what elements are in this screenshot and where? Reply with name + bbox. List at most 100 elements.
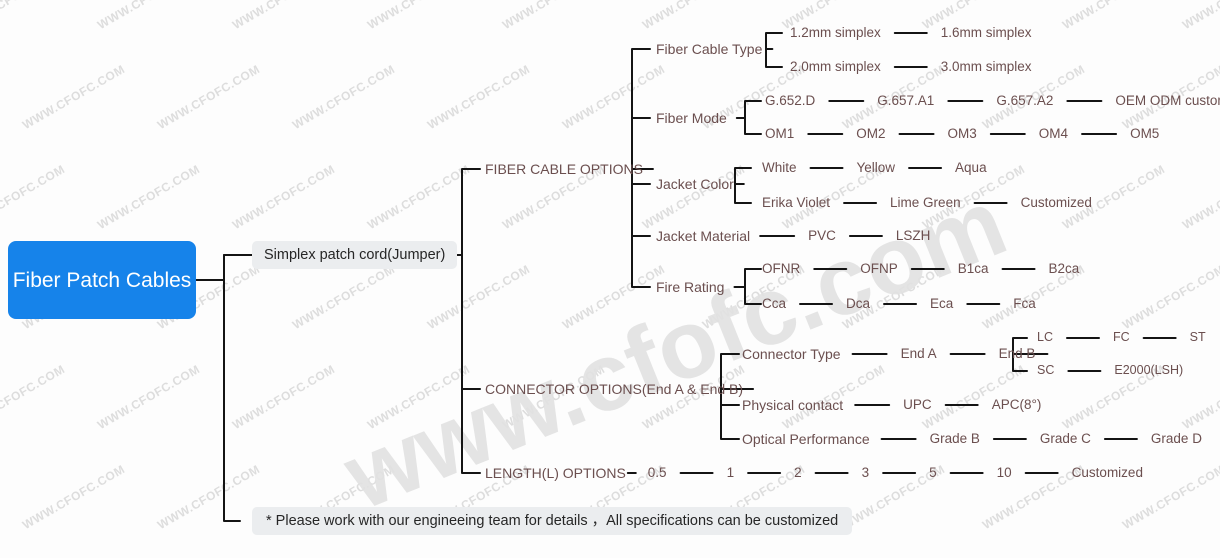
leaf-label: 1.6mm simplex [940, 25, 1032, 40]
length-option-1[interactable]: 1 [727, 466, 735, 480]
attribute-fire-rating[interactable]: Fire Rating [656, 280, 724, 294]
leaf-label: Physical contact [742, 397, 844, 413]
section-label-fiber-cable-options[interactable]: FIBER CABLE OPTIONS [485, 162, 643, 176]
fire-rating-r0-2[interactable]: B1ca [958, 262, 989, 276]
connector-type-sub-r1-1[interactable]: E2000(LSH) [1114, 364, 1183, 377]
attribute-connector-type[interactable]: Connector Type [742, 347, 841, 361]
fire-rating-r1-0[interactable]: Cca [762, 297, 786, 311]
length-option-4[interactable]: 5 [929, 466, 937, 480]
optical-performance-0[interactable]: Grade B [930, 432, 980, 446]
section-text: FIBER CABLE OPTIONS [485, 161, 643, 177]
connector-type-sub-r0-0[interactable]: LC [1037, 331, 1053, 344]
leaf-label: Fire Rating [656, 279, 725, 295]
leaf-label: Customized [1071, 465, 1143, 480]
jacket-color-r0-2[interactable]: Aqua [955, 161, 987, 175]
fiber-mode-r0-3[interactable]: OEM ODM customized services [1115, 94, 1220, 108]
fire-rating-r1-3[interactable]: Fca [1013, 297, 1036, 311]
jacket-color-r0-1[interactable]: Yellow [857, 161, 896, 175]
leaf-label: E2000(LSH) [1114, 363, 1184, 377]
connector-line [744, 100, 754, 135]
fiber-cable-type-r1-1[interactable]: 3.0mm simplex [941, 60, 1032, 74]
attribute-physical-contact[interactable]: Physical contact [742, 398, 843, 412]
leaf-label: Fiber Cable Type [656, 41, 763, 57]
optical-performance-2[interactable]: Grade D [1151, 432, 1202, 446]
connector-type-sub-r0-1[interactable]: FC [1113, 331, 1130, 344]
jacket-color-r0-0[interactable]: White [762, 161, 797, 175]
fiber-mode-r1-2[interactable]: OM3 [948, 127, 977, 141]
attribute-fiber-mode[interactable]: Fiber Mode [656, 111, 727, 125]
leaf-label: OEM ODM customized services [1115, 93, 1220, 108]
optical-performance-1[interactable]: Grade C [1040, 432, 1091, 446]
leaf-label: APC(8°) [991, 397, 1042, 412]
leaf-label: Jacket Color [656, 176, 734, 192]
length-option-2[interactable]: 2 [794, 466, 802, 480]
physical-contact-1[interactable]: APC(8°) [992, 398, 1042, 412]
fire-rating-r0-0[interactable]: OFNR [762, 262, 800, 276]
connector-type-sub-r1-0[interactable]: SC [1037, 364, 1054, 377]
leaf-label: Eca [930, 296, 954, 311]
leaf-label: Dca [846, 296, 871, 311]
attribute-jacket-color[interactable]: Jacket Color [656, 177, 734, 191]
jacket-material-r0-1[interactable]: LSZH [896, 229, 931, 243]
leaf-label: OFNP [860, 261, 898, 276]
length-option-5[interactable]: 10 [997, 466, 1012, 480]
note-label: * Please work with our engineeing team f… [266, 512, 839, 529]
leaf-label: G.652.D [765, 93, 816, 108]
section-label-length-options[interactable]: LENGTH(L) OPTIONS [485, 466, 626, 480]
attribute-jacket-material[interactable]: Jacket Material [656, 229, 750, 243]
leaf-label: Lime Green [890, 195, 961, 210]
leaf-label: B2ca [1048, 261, 1080, 276]
leaf-label: LSZH [895, 228, 931, 243]
jacket-material-r0-0[interactable]: PVC [808, 229, 836, 243]
fiber-cable-type-r1-0[interactable]: 2.0mm simplex [790, 60, 881, 74]
fiber-mode-r1-1[interactable]: OM2 [856, 127, 885, 141]
leaf-label: End B [998, 346, 1036, 361]
leaf-label: 1.2mm simplex [790, 25, 881, 40]
physical-contact-0[interactable]: UPC [903, 398, 932, 412]
fire-rating-r1-2[interactable]: Eca [930, 297, 953, 311]
section-label-connector-options[interactable]: CONNECTOR OPTIONS(End A & End B) [485, 382, 743, 396]
leaf-label: PVC [808, 228, 836, 243]
leaf-label: Aqua [955, 160, 987, 175]
leaf-label: G.657.A1 [877, 93, 935, 108]
leaf-label: OM1 [765, 126, 795, 141]
leaf-label: B1ca [957, 261, 989, 276]
leaf-label: End A [900, 346, 937, 361]
leaf-label: White [762, 160, 797, 175]
fiber-mode-r1-0[interactable]: OM1 [765, 127, 794, 141]
note-node[interactable]: * Please work with our engineeing team f… [252, 507, 853, 535]
fiber-mode-r0-2[interactable]: G.657.A2 [996, 94, 1053, 108]
fiber-mode-r1-3[interactable]: OM4 [1039, 127, 1068, 141]
fire-rating-r0-3[interactable]: B2ca [1049, 262, 1080, 276]
connector-type-sub-r0-2[interactable]: ST [1190, 331, 1206, 344]
jacket-color-r1-0[interactable]: Erika Violet [762, 196, 830, 210]
fiber-mode-r1-4[interactable]: OM5 [1130, 127, 1159, 141]
fiber-mode-r0-0[interactable]: G.652.D [765, 94, 815, 108]
length-option-3[interactable]: 3 [862, 466, 870, 480]
connector-type-end-a[interactable]: End A [901, 347, 937, 361]
fire-rating-r0-1[interactable]: OFNP [860, 262, 898, 276]
jacket-color-r1-1[interactable]: Lime Green [890, 196, 961, 210]
fiber-cable-type-r0-1[interactable]: 1.6mm simplex [941, 26, 1032, 40]
leaf-label: 3 [861, 465, 870, 480]
length-option-6[interactable]: Customized [1072, 466, 1143, 480]
root-label: Fiber Patch Cables [12, 268, 192, 292]
length-option-0[interactable]: 0.5 [648, 466, 667, 480]
attribute-optical-performance[interactable]: Optical Performance [742, 432, 870, 446]
fiber-mode-r0-1[interactable]: G.657.A1 [877, 94, 934, 108]
section-text: CONNECTOR OPTIONS(End A & End B) [485, 381, 744, 397]
leaf-label: 1 [726, 465, 735, 480]
fiber-cable-type-r0-0[interactable]: 1.2mm simplex [790, 26, 881, 40]
leaf-label: Customized [1020, 195, 1092, 210]
branch-node-simplex-patch-cord[interactable]: Simplex patch cord(Jumper) [252, 241, 458, 269]
leaf-label: Connector Type [742, 346, 841, 362]
leaf-label: UPC [903, 397, 932, 412]
leaf-label: Yellow [856, 160, 896, 175]
attribute-fiber-cable-type[interactable]: Fiber Cable Type [656, 42, 762, 56]
connector-type-end-b[interactable]: End B [999, 347, 1036, 361]
leaf-label: Optical Performance [742, 431, 870, 447]
root-node[interactable]: Fiber Patch Cables [8, 241, 196, 319]
leaf-label: G.657.A2 [996, 93, 1054, 108]
fire-rating-r1-1[interactable]: Dca [846, 297, 870, 311]
jacket-color-r1-2[interactable]: Customized [1021, 196, 1092, 210]
